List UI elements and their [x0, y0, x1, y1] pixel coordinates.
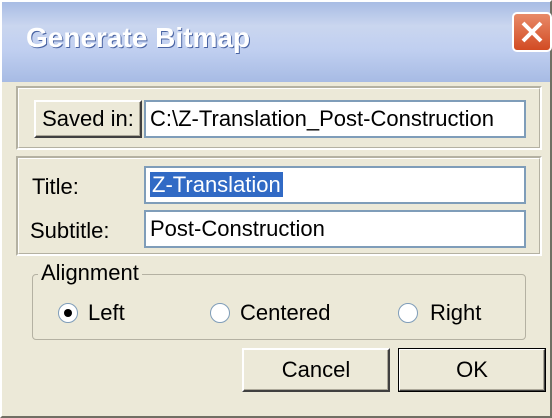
subtitle-label: Subtitle:	[30, 218, 110, 243]
subtitle-input[interactable]: Post-Construction	[144, 210, 526, 248]
title-label: Title:	[32, 174, 79, 199]
radio-centered[interactable]	[210, 303, 230, 323]
saved-in-path-field[interactable]: C:\Z-Translation_Post-Construction	[144, 100, 526, 138]
saved-in-button[interactable]: Saved in:	[34, 100, 142, 138]
close-button[interactable]	[512, 12, 552, 52]
close-icon	[521, 21, 543, 43]
radio-right-label[interactable]: Right	[430, 300, 481, 326]
window-title: Generate Bitmap	[26, 22, 251, 53]
title-input[interactable]: Z-Translation	[144, 166, 526, 204]
title-value: Z-Translation	[150, 172, 283, 197]
cancel-button[interactable]: Cancel	[242, 348, 390, 392]
radio-centered-label[interactable]: Centered	[240, 300, 331, 326]
radio-right[interactable]	[398, 303, 418, 323]
ok-button[interactable]: OK	[398, 348, 546, 392]
radio-left-label[interactable]: Left	[88, 300, 125, 326]
alignment-legend: Alignment	[38, 260, 142, 286]
radio-left[interactable]	[58, 303, 78, 323]
generate-bitmap-dialog: Generate Bitmap Saved in: C:\Z-Translati…	[0, 0, 552, 418]
title-bar[interactable]: Generate Bitmap	[2, 2, 552, 82]
